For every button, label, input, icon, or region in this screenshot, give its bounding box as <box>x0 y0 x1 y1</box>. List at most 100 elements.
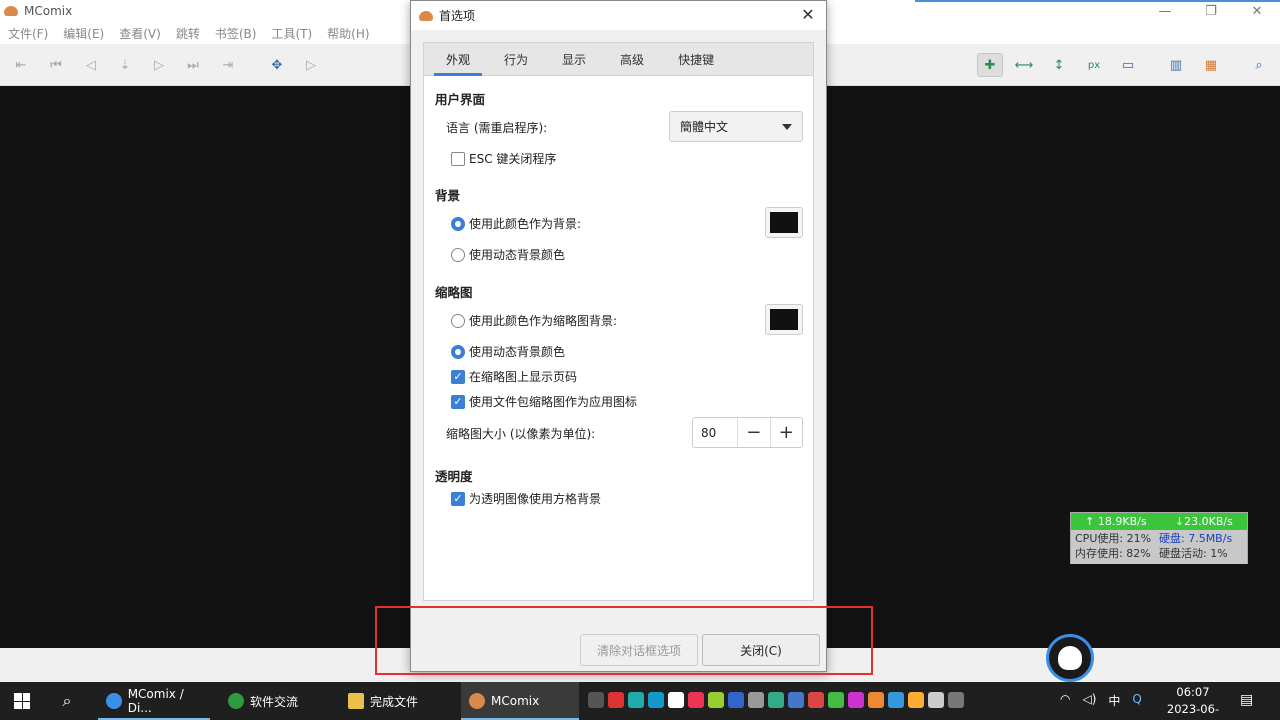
language-label: 语言 (需重启程序): <box>446 121 548 135</box>
restore-icon[interactable]: ❐ <box>1188 0 1234 22</box>
fit-width-icon[interactable]: ⟷ <box>1011 53 1037 77</box>
bg-use-color-option[interactable]: 使用此颜色作为背景: <box>451 215 581 232</box>
menu-bookmarks[interactable]: 书签(B) <box>215 25 257 42</box>
taskbar-clock[interactable]: 06:07 2023-06-06 <box>1160 684 1226 720</box>
tray-app-icon[interactable] <box>628 692 644 708</box>
tray-audio-icon[interactable] <box>588 692 604 708</box>
tray-app-icon[interactable] <box>728 692 744 708</box>
minimize-icon[interactable]: — <box>1142 0 1188 22</box>
tray-app-icon[interactable] <box>908 692 924 708</box>
search-icon[interactable]: ⌕ <box>44 682 90 720</box>
manual-zoom-icon[interactable]: ▭ <box>1115 53 1141 77</box>
tray-app-icon[interactable] <box>748 692 764 708</box>
dialog-titlebar: 首选项 ✕ <box>411 1 826 30</box>
tray-app-icon[interactable] <box>948 692 964 708</box>
menu-edit[interactable]: 编辑(E) <box>63 25 104 42</box>
close-icon[interactable]: ✕ <box>1234 0 1280 22</box>
thumb-show-page-checkbox[interactable]: ✓ <box>451 369 465 384</box>
tray-app-icon[interactable] <box>868 692 884 708</box>
appearance-panel: 用户界面 语言 (需重启程序): 簡體中文 ESC 键关闭程序 背景 使用此颜色… <box>423 76 814 601</box>
tray-app-icon[interactable] <box>888 692 904 708</box>
task-mcomix[interactable]: MComix <box>461 682 579 720</box>
upload-speed: ↑ 18.9KB/s <box>1085 515 1147 528</box>
goto-page-icon[interactable]: ⇣ <box>112 53 138 77</box>
slideshow-icon[interactable]: ▷ <box>298 53 324 77</box>
zoom-icon[interactable]: ⌕ <box>1246 53 1272 77</box>
qq-icon[interactable]: Q <box>1132 692 1141 709</box>
thumb-dynamic-label: 使用动态背景颜色 <box>469 345 566 359</box>
double-page-icon[interactable]: ▥ <box>1163 53 1189 77</box>
thumb-color-button[interactable] <box>765 304 803 335</box>
tray-app-icon[interactable] <box>928 692 944 708</box>
bg-dynamic-radio[interactable] <box>451 247 465 262</box>
bg-dynamic-option[interactable]: 使用动态背景颜色 <box>451 246 565 263</box>
thumb-archive-icon-option[interactable]: ✓ 使用文件包缩略图作为应用图标 <box>451 393 637 410</box>
notification-icon[interactable]: ▤ <box>1240 692 1253 708</box>
tab-behavior[interactable]: 行为 <box>492 42 540 76</box>
task-software-exchange[interactable]: 软件交流 <box>220 682 330 720</box>
start-button[interactable] <box>0 682 44 720</box>
manga-mode-icon[interactable]: ▦ <box>1198 53 1224 77</box>
tray-notion-icon[interactable] <box>668 692 684 708</box>
esc-close-checkbox[interactable] <box>451 151 465 166</box>
taskbar: ⌕ MComix / Di... 软件交流 完成文件 MComix ◠ ◁) 中… <box>0 682 1280 720</box>
tab-advanced[interactable]: 高级 <box>608 42 656 76</box>
menu-help[interactable]: 帮助(H) <box>327 25 369 42</box>
ime-indicator[interactable]: 中 <box>1108 692 1120 709</box>
prev-page-icon[interactable]: ◁ <box>78 53 104 77</box>
wifi-icon[interactable]: ◠ <box>1060 692 1070 709</box>
tab-display[interactable]: 显示 <box>550 42 598 76</box>
task-software-exchange-label: 软件交流 <box>250 694 299 709</box>
plus-icon[interactable]: + <box>771 418 803 447</box>
last-page-icon[interactable]: ⏭ <box>180 53 206 77</box>
bg-color-button[interactable] <box>765 207 803 238</box>
tray-app-icon[interactable] <box>648 692 664 708</box>
language-select[interactable]: 簡體中文 <box>669 111 803 142</box>
tab-appearance[interactable]: 外观 <box>434 42 483 76</box>
tray-app-icon[interactable] <box>848 692 864 708</box>
esc-close-option[interactable]: ESC 键关闭程序 <box>451 150 556 167</box>
thumb-dynamic-option[interactable]: 使用动态背景颜色 <box>451 343 565 360</box>
tab-shortcuts[interactable]: 快捷键 <box>666 42 726 76</box>
menu-file[interactable]: 文件(F) <box>8 25 48 42</box>
thumb-dynamic-radio[interactable] <box>451 344 465 359</box>
checker-bg-checkbox[interactable]: ✓ <box>451 491 465 506</box>
floating-avatar[interactable] <box>1046 634 1094 682</box>
task-folder[interactable]: 完成文件 <box>340 682 455 720</box>
minus-icon[interactable]: − <box>738 418 771 447</box>
thumb-archive-icon-checkbox[interactable]: ✓ <box>451 394 465 409</box>
section-title-transparency: 透明度 <box>435 469 473 484</box>
first-page-icon[interactable]: ⏮ <box>43 53 69 77</box>
tray-app-icon[interactable] <box>608 692 624 708</box>
thumb-use-color-option[interactable]: 使用此颜色作为缩略图背景: <box>451 312 617 329</box>
best-fit-icon[interactable]: ✚ <box>977 53 1003 77</box>
thumb-use-color-radio[interactable] <box>451 313 465 328</box>
bg-use-color-label: 使用此颜色作为背景: <box>469 217 582 231</box>
menu-view[interactable]: 查看(V) <box>119 25 161 42</box>
checker-bg-option[interactable]: ✓ 为透明图像使用方格背景 <box>451 490 601 507</box>
clock-time: 06:07 <box>1176 685 1210 699</box>
bg-color-swatch <box>770 212 798 233</box>
move-icon[interactable]: ✥ <box>264 53 290 77</box>
tray-app-icon[interactable] <box>808 692 824 708</box>
menu-go[interactable]: 跳转 <box>176 25 200 42</box>
menu-tools[interactable]: 工具(T) <box>271 25 312 42</box>
system-tray-icons <box>588 692 964 708</box>
tray-app-icon[interactable] <box>768 692 784 708</box>
thumb-size-input[interactable]: 80 <box>693 418 738 447</box>
task-browser[interactable]: MComix / Di... <box>98 682 210 720</box>
tray-app-icon[interactable] <box>688 692 704 708</box>
tray-app-icon[interactable] <box>828 692 844 708</box>
bg-use-color-radio[interactable] <box>451 216 465 231</box>
dialog-title: 首选项 <box>439 9 476 23</box>
fit-height-icon[interactable]: ↕ <box>1046 53 1072 77</box>
dialog-close-icon[interactable]: ✕ <box>798 5 818 25</box>
last-archive-icon[interactable]: ⇥ <box>215 53 241 77</box>
tray-app-icon[interactable] <box>708 692 724 708</box>
tray-app-icon[interactable] <box>788 692 804 708</box>
original-size-icon[interactable]: px <box>1081 53 1107 77</box>
thumb-show-page-option[interactable]: ✓ 在缩略图上显示页码 <box>451 368 577 385</box>
next-page-icon[interactable]: ▷ <box>146 53 172 77</box>
first-archive-icon[interactable]: ⇤ <box>8 53 34 77</box>
volume-icon[interactable]: ◁) <box>1082 692 1096 709</box>
